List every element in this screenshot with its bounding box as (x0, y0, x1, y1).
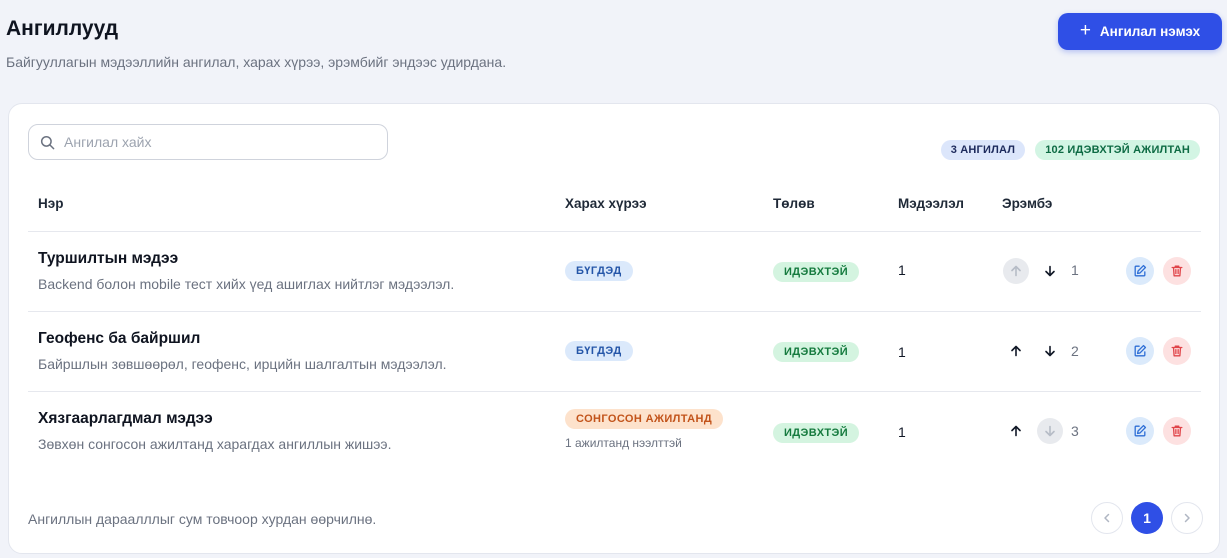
category-name: Туршилтын мэдээ (38, 250, 179, 267)
scope-note: 1 ажилтанд нээлттэй (565, 436, 682, 450)
category-count-badge: 3 АНГИЛАЛ (940, 140, 1026, 160)
delete-button[interactable] (1163, 417, 1191, 445)
scope-badge: БҮГДЭД (565, 341, 633, 361)
column-count: Мэдээлэл (898, 196, 964, 211)
category-description: Backend болон mobile тест хийх үед ашигл… (38, 276, 455, 292)
add-category-button[interactable]: + Ангилал нэмэх (1058, 13, 1222, 50)
summary-badges: 3 АНГИЛАЛ 102 ИДЭВХТЭЙ АЖИЛТАН (940, 140, 1200, 160)
status-badge: ИДЭВХТЭЙ (773, 342, 860, 362)
page-button-current[interactable]: 1 (1131, 502, 1163, 534)
scope-badge: БҮГДЭД (565, 261, 633, 281)
column-name: Нэр (38, 196, 64, 211)
category-name: Хязгаарлагдмал мэдээ (38, 410, 213, 427)
search-icon (40, 135, 55, 149)
edit-button[interactable] (1126, 257, 1154, 285)
status-badge: ИДЭВХТЭЙ (773, 262, 860, 282)
article-count: 1 (898, 424, 906, 440)
arrow-up-icon (1011, 425, 1021, 437)
footer-note: Ангиллын дараалллыг сум товчоор хурдан ө… (28, 511, 377, 527)
move-down-button[interactable] (1037, 258, 1063, 284)
trash-icon (1171, 265, 1183, 277)
category-name: Геофенс ба байршил (38, 330, 201, 347)
order-number: 3 (1071, 423, 1079, 439)
move-up-button[interactable] (1003, 418, 1029, 444)
order-number: 2 (1071, 343, 1079, 359)
page-subtitle: Байгууллагын мэдээллийн ангилал, харах х… (6, 54, 507, 70)
arrow-down-icon (1045, 425, 1055, 437)
active-employees-badge: 102 ИДЭВХТЭЙ АЖИЛТАН (1035, 140, 1200, 160)
column-status: Төлөв (773, 196, 815, 211)
arrow-up-icon (1011, 345, 1021, 357)
arrow-down-icon (1045, 345, 1055, 357)
chevron-right-icon (1184, 513, 1190, 523)
edit-icon (1134, 264, 1147, 277)
add-category-button-label: Ангилал нэмэх (1099, 24, 1201, 39)
move-up-button[interactable] (1003, 338, 1029, 364)
arrow-down-icon (1045, 265, 1055, 277)
plus-icon: + (1079, 20, 1091, 41)
move-down-button[interactable] (1037, 418, 1063, 444)
scope-badge: СОНГОСОН АЖИЛТАНД (565, 409, 724, 429)
order-number: 1 (1071, 262, 1079, 278)
column-scope: Харах хүрээ (565, 196, 647, 211)
search-box[interactable] (28, 124, 388, 160)
move-up-button[interactable] (1003, 258, 1029, 284)
next-page-button[interactable] (1171, 502, 1203, 534)
column-order: Эрэмбэ (1002, 196, 1053, 211)
prev-page-button[interactable] (1091, 502, 1123, 534)
edit-button[interactable] (1126, 417, 1154, 445)
categories-card: 3 АНГИЛАЛ 102 ИДЭВХТЭЙ АЖИЛТАН Нэр Харах… (8, 103, 1220, 554)
page-title: Ангиллууд (6, 17, 119, 40)
search-input[interactable] (64, 134, 387, 150)
edit-icon (1134, 424, 1147, 437)
delete-button[interactable] (1163, 257, 1191, 285)
edit-icon (1134, 344, 1147, 357)
trash-icon (1171, 345, 1183, 357)
delete-button[interactable] (1163, 337, 1191, 365)
arrow-up-icon (1011, 265, 1021, 277)
edit-button[interactable] (1126, 337, 1154, 365)
article-count: 1 (898, 262, 906, 278)
table-row: Туршилтын мэдээ Backend болон mobile тес… (9, 231, 1219, 311)
article-count: 1 (898, 344, 906, 360)
chevron-left-icon (1104, 513, 1110, 523)
category-description: Зөвхөн сонгосон ажилтанд харагдах ангилл… (38, 436, 392, 452)
category-description: Байршлын зөвшөөрөл, геофенс, ирцийн шалг… (38, 356, 447, 372)
table-header: Нэр Харах хүрээ Төлөв Мэдээлэл Эрэмбэ (9, 194, 1219, 231)
move-down-button[interactable] (1037, 338, 1063, 364)
trash-icon (1171, 425, 1183, 437)
table-row: Хязгаарлагдмал мэдээ Зөвхөн сонгосон ажи… (9, 391, 1219, 471)
status-badge: ИДЭВХТЭЙ (773, 423, 860, 443)
pagination: 1 (1091, 502, 1203, 534)
table-row: Геофенс ба байршил Байршлын зөвшөөрөл, г… (9, 311, 1219, 391)
